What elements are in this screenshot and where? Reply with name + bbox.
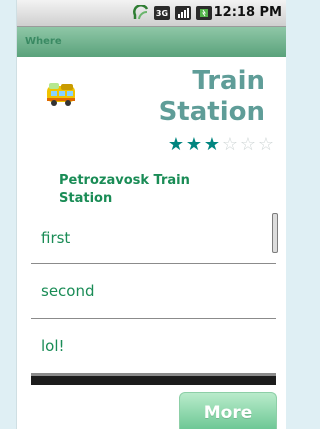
list-item-label: first [41,229,71,247]
status-bar: 3G 12:18 PM [17,0,286,27]
app-title: Where [25,36,62,47]
star-outline-icon: ☆ [257,134,275,155]
svg-text:3G: 3G [156,9,168,18]
list-item[interactable]: lol! [31,319,276,374]
place-title: Train Station [158,66,265,127]
list-item-label: lol! [41,337,65,355]
app-title-bar: Where [17,27,286,57]
sync-icon [133,5,149,20]
item-list: first second lol! [31,209,276,374]
star-outline-icon: ☆ [239,134,257,155]
network-3g-icon: 3G [154,6,170,20]
star-icon: ★ [203,134,221,155]
rating-stars: ★ ★ ★ ☆ ☆ ☆ [167,134,275,155]
signal-bars-icon [175,6,191,20]
status-time: 12:18 PM [213,5,282,20]
list-bottom-edge [31,374,276,385]
list-item[interactable]: second [31,264,276,319]
phone-screen: 3G 12:18 PM Where Train Station ★ ★ ★ ☆ … [16,0,286,429]
battery-icon [196,6,212,20]
more-button[interactable]: More [179,392,277,429]
list-scrollbar[interactable] [272,213,278,253]
bus-icon [47,83,75,106]
place-name: Petrozavosk Train Station [59,173,190,206]
status-icons: 3G [133,5,212,21]
star-icon: ★ [167,134,185,155]
star-outline-icon: ☆ [221,134,239,155]
list-item-label: second [41,282,95,300]
list-item[interactable]: first [31,209,276,264]
star-icon: ★ [185,134,203,155]
